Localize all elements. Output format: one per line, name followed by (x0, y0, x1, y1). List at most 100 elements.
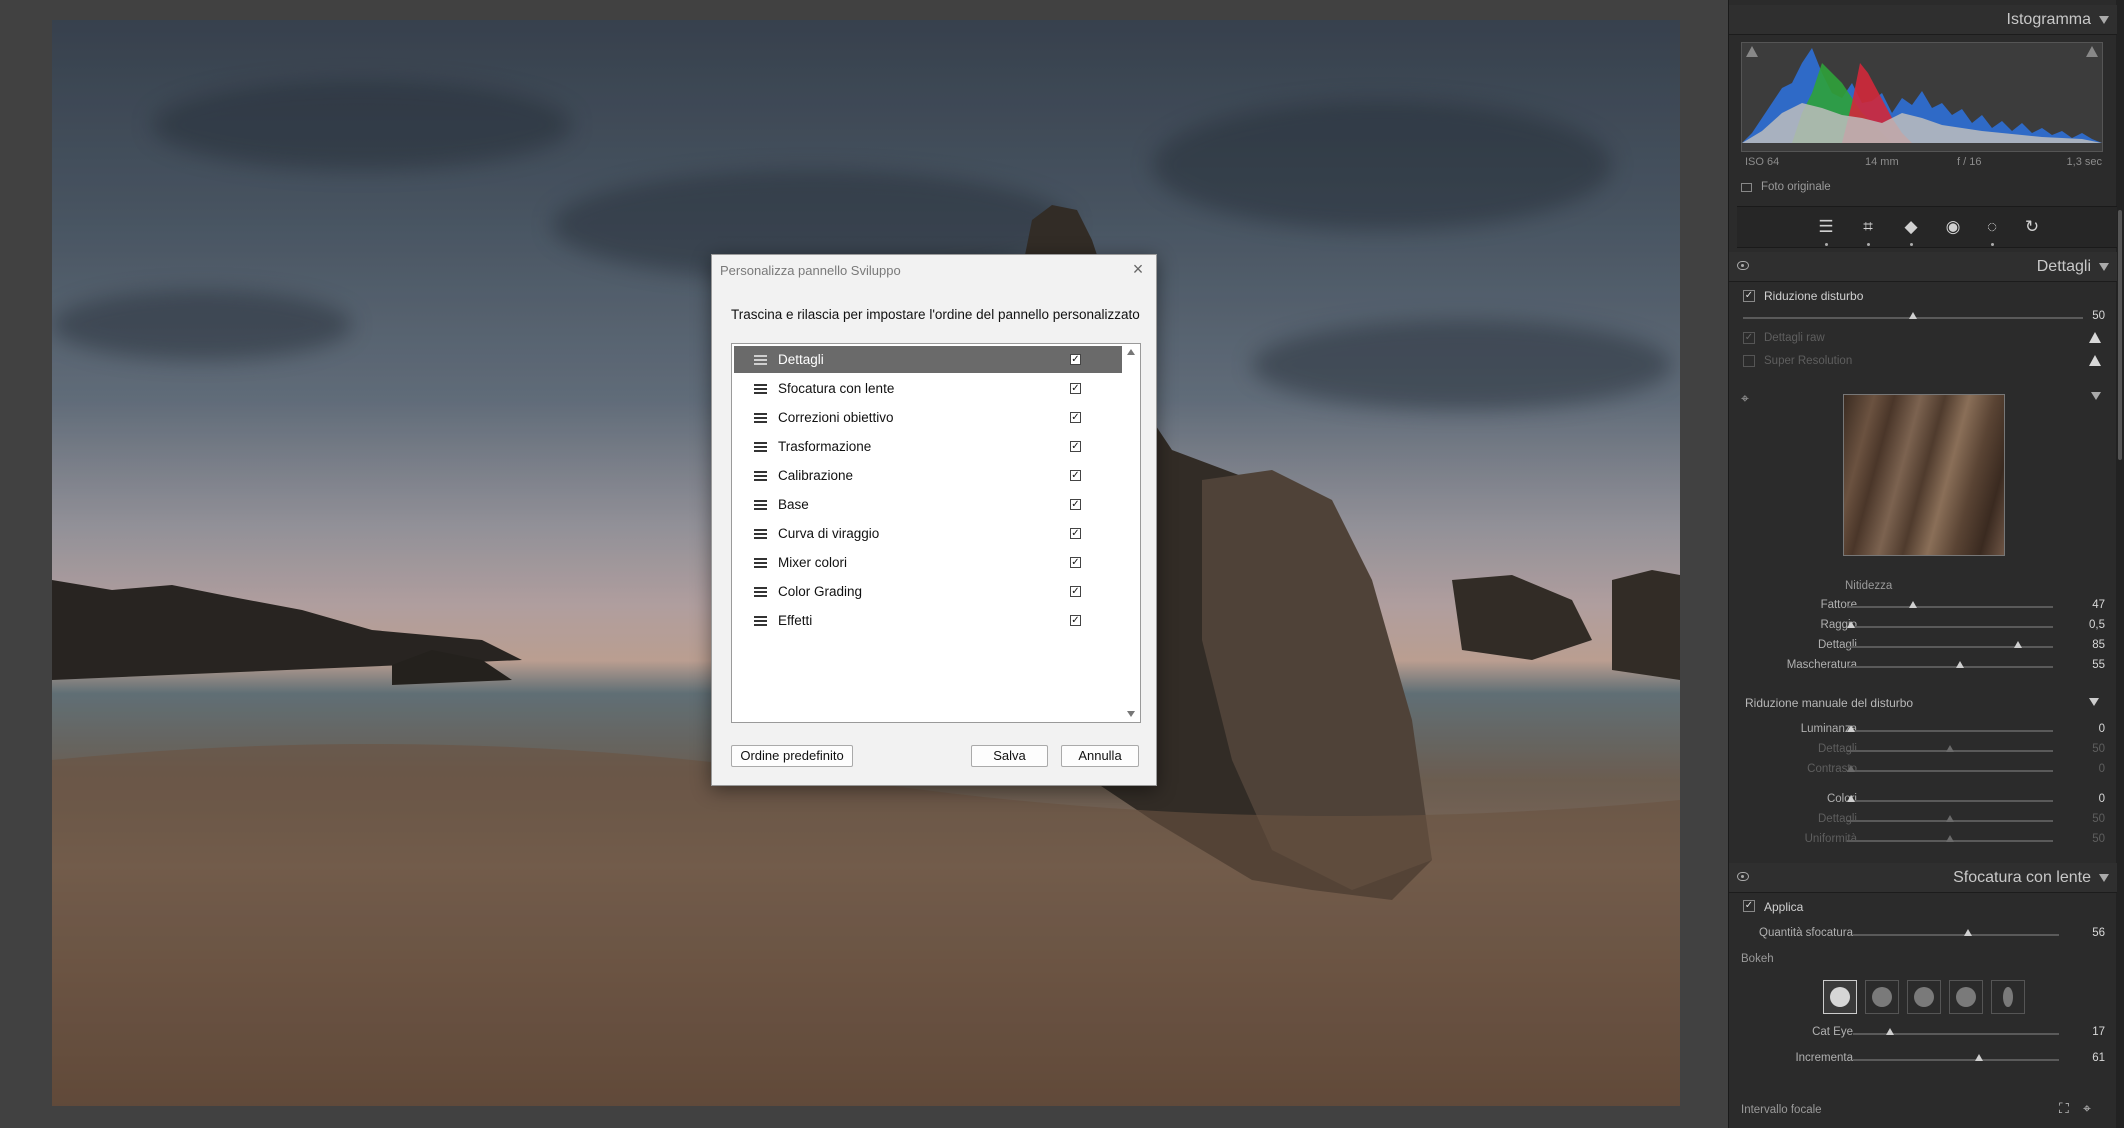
drag-handle-icon[interactable] (754, 354, 767, 365)
panel-visible-checkbox[interactable]: ✓ (1070, 499, 1081, 510)
panel-order-list[interactable]: Dettagli ✓ Sfocatura con lente ✓ Correzioni … (731, 343, 1141, 723)
slider-value[interactable]: 50 (2092, 813, 2105, 825)
bokeh-5blade-button[interactable] (1907, 980, 1941, 1014)
slider-value[interactable]: 0 (2099, 793, 2105, 805)
drag-handle-icon[interactable] (754, 528, 767, 539)
panel-visible-checkbox[interactable]: ✓ (1070, 441, 1081, 452)
slider-value[interactable]: 50 (2092, 310, 2105, 322)
scroll-up-icon[interactable] (1127, 349, 1135, 355)
subject-select-icon[interactable]: ⛶ (2059, 1100, 2069, 1117)
drag-handle-icon[interactable] (754, 586, 767, 597)
detail-preview[interactable] (1843, 394, 2005, 556)
shadow-clipping-icon[interactable] (1746, 46, 1758, 57)
drag-handle-icon[interactable] (754, 557, 767, 568)
bokeh-bubble-button[interactable] (1865, 980, 1899, 1014)
slider-track[interactable] (1847, 730, 2053, 732)
collapse-icon[interactable] (2099, 874, 2109, 882)
panel-list-item[interactable]: Dettagli ✓ (734, 346, 1122, 373)
lens-blur-header[interactable]: Sfocatura con lente (1729, 863, 2117, 893)
slider-track[interactable] (1853, 1033, 2059, 1035)
drag-handle-icon[interactable] (754, 441, 767, 452)
panel-visible-checkbox[interactable]: ✓ (1070, 354, 1081, 365)
drag-handle-icon[interactable] (754, 412, 767, 423)
cancel-button[interactable]: Annulla (1061, 745, 1139, 767)
slider-knob[interactable] (1847, 621, 1856, 628)
panel-list-item[interactable]: Sfocatura con lente ✓ (734, 375, 1122, 402)
slider-value[interactable]: 56 (2092, 927, 2105, 939)
panel-visible-checkbox[interactable]: ✓ (1070, 557, 1081, 568)
slider-value[interactable]: 17 (2092, 1026, 2105, 1038)
mask-icon[interactable]: ◌ (1981, 217, 2003, 237)
save-button[interactable]: Salva (971, 745, 1048, 767)
slider-value[interactable]: 0 (2099, 723, 2105, 735)
bokeh-circle-button[interactable] (1823, 980, 1857, 1014)
manual-noise-reduction-header[interactable]: Riduzione manuale del disturbo (1737, 692, 2109, 714)
slider-track[interactable] (1847, 646, 2053, 648)
scroll-thumb[interactable] (2118, 210, 2122, 460)
blur-amount-slider[interactable]: Quantità sfocatura 56 (1729, 926, 2117, 944)
slider-knob[interactable] (1946, 745, 1954, 752)
slider-track[interactable] (1847, 770, 2053, 772)
collapse-icon[interactable] (2091, 392, 2101, 400)
sliders-icon[interactable]: ☰ (1815, 217, 1837, 237)
panel-visible-checkbox[interactable]: ✓ (1070, 615, 1081, 626)
slider-knob[interactable] (2013, 641, 2022, 648)
slider-knob[interactable] (1964, 929, 1973, 936)
slider-row[interactable]: Fattore 47 (1729, 598, 2117, 616)
slider-value[interactable]: 50 (2092, 833, 2105, 845)
slider-value[interactable]: 47 (2092, 599, 2105, 611)
slider-knob[interactable] (1974, 1054, 1983, 1061)
slider-row[interactable]: Mascheratura 55 (1729, 658, 2117, 676)
panel-visible-checkbox[interactable]: ✓ (1070, 528, 1081, 539)
collapse-icon[interactable] (2099, 16, 2109, 24)
slider-knob[interactable] (1847, 725, 1856, 732)
panel-list-item[interactable]: Calibrazione ✓ (734, 462, 1122, 489)
slider-knob[interactable] (1946, 835, 1954, 842)
list-scrollbar[interactable] (1124, 345, 1139, 721)
slider-track[interactable] (1847, 606, 2053, 608)
eraser-icon[interactable]: ◆ (1900, 217, 1922, 237)
slider-track[interactable] (1847, 666, 2053, 668)
boost-slider[interactable]: Incrementa 61 (1729, 1051, 2117, 1069)
panel-list-item[interactable]: Curva di viraggio ✓ (734, 520, 1122, 547)
panel-visible-checkbox[interactable]: ✓ (1070, 586, 1081, 597)
slider-knob[interactable] (1946, 815, 1954, 822)
reset-icon[interactable]: ↻ (2021, 217, 2043, 237)
panel-list-item[interactable]: Mixer colori ✓ (734, 549, 1122, 576)
highlight-clipping-icon[interactable] (2086, 46, 2098, 57)
slider-track[interactable] (1853, 934, 2059, 936)
collapse-icon[interactable] (2099, 263, 2109, 271)
slider-value[interactable]: 0 (2099, 763, 2105, 775)
panel-list-item[interactable]: Trasformazione ✓ (734, 433, 1122, 460)
slider-track[interactable] (1847, 626, 2053, 628)
close-icon[interactable]: × (1128, 259, 1148, 279)
drag-handle-icon[interactable] (754, 615, 767, 626)
slider-row[interactable]: Luminanza 0 (1729, 722, 2117, 740)
panel-visible-checkbox[interactable]: ✓ (1070, 412, 1081, 423)
panel-list-item[interactable]: Color Grading ✓ (734, 578, 1122, 605)
slider-row[interactable]: Raggio 0,5 (1729, 618, 2117, 636)
cat-eye-slider[interactable]: Cat Eye 17 (1729, 1025, 2117, 1043)
slider-value[interactable]: 50 (2092, 743, 2105, 755)
scroll-down-icon[interactable] (1127, 711, 1135, 717)
histogram-header[interactable]: Istogramma (1729, 5, 2117, 35)
slider-row[interactable]: Dettagli 85 (1729, 638, 2117, 656)
drag-handle-icon[interactable] (754, 499, 767, 510)
crop-icon[interactable]: ⌗ (1857, 217, 1879, 237)
slider-row[interactable]: Colori 0 (1729, 792, 2117, 810)
noise-reduction-checkbox[interactable]: ✓ (1743, 290, 1755, 302)
panel-list-item[interactable]: Effetti ✓ (734, 607, 1122, 634)
slider-value[interactable]: 85 (2092, 639, 2105, 651)
visibility-eye-icon[interactable] (1737, 872, 1749, 881)
slider-knob[interactable] (1847, 795, 1856, 802)
visibility-eye-icon[interactable] (1737, 261, 1749, 270)
drag-handle-icon[interactable] (754, 470, 767, 481)
target-icon[interactable]: ⌖ (1741, 390, 1749, 407)
histogram[interactable] (1741, 42, 2103, 152)
slider-knob[interactable] (1847, 765, 1856, 772)
slider-track[interactable] (1847, 800, 2053, 802)
slider-knob[interactable] (1886, 1028, 1895, 1035)
target-icon[interactable]: ⌖ (2083, 1100, 2091, 1117)
panel-scrollbar[interactable] (2116, 0, 2124, 1128)
slider-track[interactable] (1853, 1059, 2059, 1061)
